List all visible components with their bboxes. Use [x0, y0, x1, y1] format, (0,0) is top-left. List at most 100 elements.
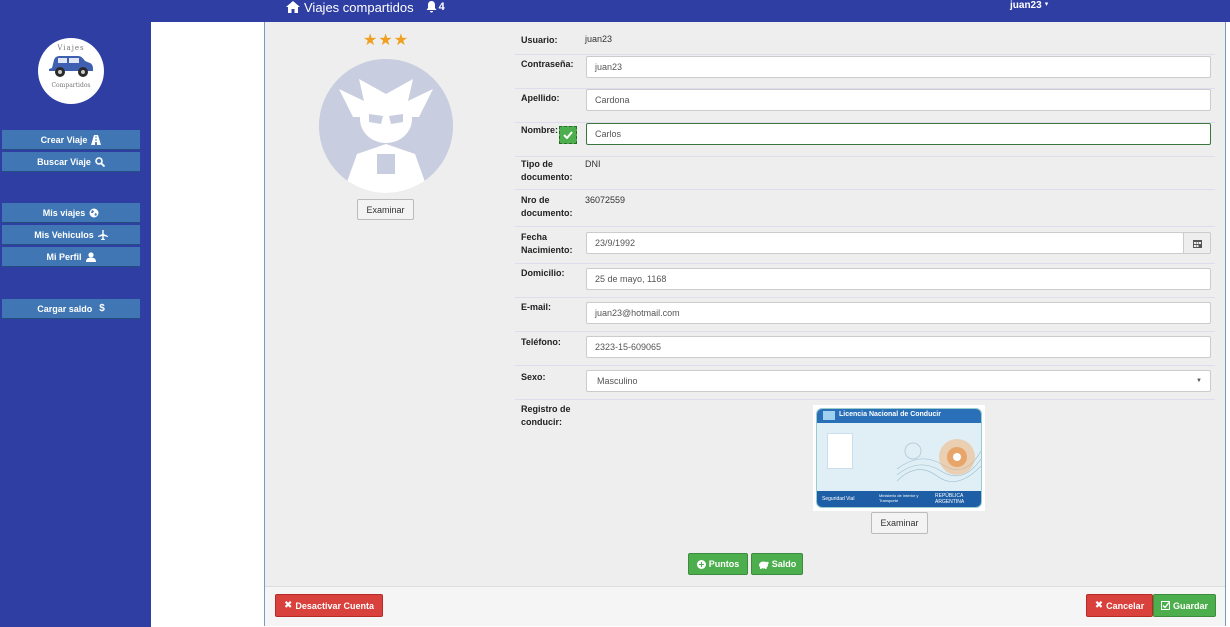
label-line: Registro de [521, 404, 571, 414]
sidebar-item-cargar-saldo[interactable]: Cargar saldo $ [2, 299, 140, 319]
top-navbar: Viajes compartidos 4 juan23 ▾ [0, 0, 1230, 22]
puntos-button[interactable]: Puntos [688, 553, 748, 575]
sidebar-item-crear-viaje[interactable]: Crear Viaje [2, 130, 140, 150]
nombre-label: Nombre: [521, 125, 559, 135]
notifications-button[interactable]: 4 [426, 1, 445, 13]
chevron-down-icon: ▼ [1196, 378, 1202, 384]
saldo-label: Saldo [771, 559, 797, 569]
fecha-nacimiento-field[interactable]: 23/9/1992 [586, 232, 1184, 254]
sexo-label: Sexo: [521, 372, 546, 382]
license-org-2: Ministerio de Interior y Transporte [879, 493, 919, 503]
profile-panel: ★★★ Examinar Usuario: juan23 Contraseña:… [264, 22, 1226, 626]
app-title: Viajes compartidos [304, 0, 414, 15]
desactivar-cuenta-button[interactable]: ✖ Desactivar Cuenta [275, 594, 383, 617]
username: juan23 [1010, 0, 1042, 11]
app-logo[interactable]: Viajes Compartidos [38, 38, 104, 104]
user-icon [85, 251, 96, 262]
license-country: REPÚBLICA ARGENTINA [935, 493, 964, 505]
sidebar-item-mis-vehiculos[interactable]: Mis Vehiculos [2, 225, 140, 245]
puntos-label: Puntos [708, 559, 740, 569]
tipo-documento-row: Tipo de documento: DNI [515, 158, 1215, 190]
driver-license-image: Licencia Nacional de Conducir Seguridad … [813, 405, 985, 511]
registro-label: Registro de conducir: [521, 403, 571, 429]
sidebar-item-buscar-viaje[interactable]: Buscar Viaje [2, 152, 140, 172]
usuario-label: Usuario: [521, 35, 558, 45]
notification-count: 4 [438, 1, 445, 13]
saldo-button[interactable]: Saldo [751, 553, 803, 575]
label-line: Nacimiento: [521, 245, 573, 255]
sexo-selected-value: Masculino [597, 376, 638, 386]
telefono-label: Teléfono: [521, 337, 561, 347]
domicilio-label: Domicilio: [521, 268, 565, 278]
brand-link[interactable]: Viajes compartidos 4 [286, 0, 445, 15]
license-country-line: ARGENTINA [935, 499, 965, 505]
rating-stars: ★★★ [363, 32, 410, 49]
label-line: documento: [521, 208, 573, 218]
caret-icon: ▾ [1044, 1, 1049, 8]
close-icon: ✖ [284, 600, 293, 611]
tipo-documento-label: Tipo de documento: [521, 158, 573, 184]
desactivar-label: Desactivar Cuenta [295, 600, 374, 611]
globe-icon [89, 208, 99, 217]
road-icon [91, 134, 102, 145]
sexo-select[interactable]: Masculino ▼ [586, 370, 1211, 392]
email-field[interactable]: juan23@hotmail.com [586, 302, 1211, 324]
password-label: Contraseña: [521, 59, 574, 69]
sidebar: Viajes Compartidos Crear Viaje Buscar Vi… [0, 22, 151, 627]
telefono-field[interactable]: 2323-15-609065 [586, 336, 1211, 358]
cancel-button[interactable]: ✖ Cancelar [1086, 594, 1153, 617]
cancel-label: Cancelar [1106, 600, 1145, 611]
fecha-label: Fecha Nacimiento: [521, 231, 573, 257]
sidebar-item-label: Mi Perfil [46, 251, 82, 262]
sidebar-item-mi-perfil[interactable]: Mi Perfil [2, 247, 140, 267]
user-menu[interactable]: juan23 ▾ [1010, 0, 1048, 11]
usuario-value: juan23 [585, 34, 613, 44]
piggy-bank-icon [758, 561, 769, 569]
plus-circle-icon [696, 559, 706, 569]
sidebar-item-label: Mis viajes [42, 207, 86, 218]
avatar-placeholder-icon [319, 59, 453, 193]
label-line: conducir: [521, 417, 563, 427]
plane-icon [97, 229, 108, 240]
nro-documento-label: Nro de documento: [521, 194, 573, 220]
label-line: Nro de [521, 195, 550, 205]
sidebar-item-label: Mis Vehiculos [34, 229, 94, 240]
save-label: Guardar [1172, 600, 1208, 611]
nro-documento-row: Nro de documento: 36072559 [515, 191, 1215, 227]
nombre-field[interactable]: Carlos [586, 123, 1211, 145]
save-button[interactable]: Guardar [1153, 594, 1216, 617]
home-icon [286, 1, 300, 13]
label-line: Fecha [521, 232, 548, 242]
panel-footer: ✖ Desactivar Cuenta ✖ Cancelar Guardar [265, 586, 1225, 626]
license-title: Licencia Nacional de Conducir [839, 411, 941, 418]
tipo-documento-value: DNI [585, 159, 601, 169]
license-org-1: Seguridad Vial [822, 496, 855, 502]
close-icon: ✖ [1094, 600, 1104, 611]
valid-check-icon [559, 126, 577, 144]
license-pattern-icon [897, 439, 981, 482]
check-square-icon [1160, 601, 1170, 610]
apellido-label: Apellido: [521, 93, 560, 103]
logo-text-bottom: Compartidos [51, 82, 91, 89]
label-line: Tipo de [521, 159, 553, 169]
nro-documento-value: 36072559 [585, 195, 626, 205]
avatar [319, 59, 453, 193]
email-label: E-mail: [521, 302, 552, 312]
sidebar-item-label: Crear Viaje [40, 134, 88, 145]
car-icon [49, 56, 93, 77]
label-line: documento: [521, 172, 573, 182]
calendar-button[interactable] [1183, 232, 1211, 254]
avatar-browse-button[interactable]: Examinar [357, 199, 414, 220]
calendar-icon [1192, 239, 1202, 248]
sidebar-item-mis-viajes[interactable]: Mis viajes [2, 203, 140, 223]
license-browse-button[interactable]: Examinar [871, 512, 928, 534]
search-icon [95, 156, 105, 167]
apellido-field[interactable]: Cardona [586, 89, 1211, 111]
sidebar-item-label: Cargar saldo [37, 303, 93, 314]
domicilio-field[interactable]: 25 de mayo, 1168 [586, 268, 1211, 290]
bell-icon [426, 1, 437, 13]
password-field[interactable]: juan23 [586, 56, 1211, 78]
usuario-row: Usuario: juan23 [515, 28, 1215, 55]
sidebar-item-label: Buscar Viaje [37, 156, 91, 167]
dollar-icon: $ [99, 303, 105, 314]
